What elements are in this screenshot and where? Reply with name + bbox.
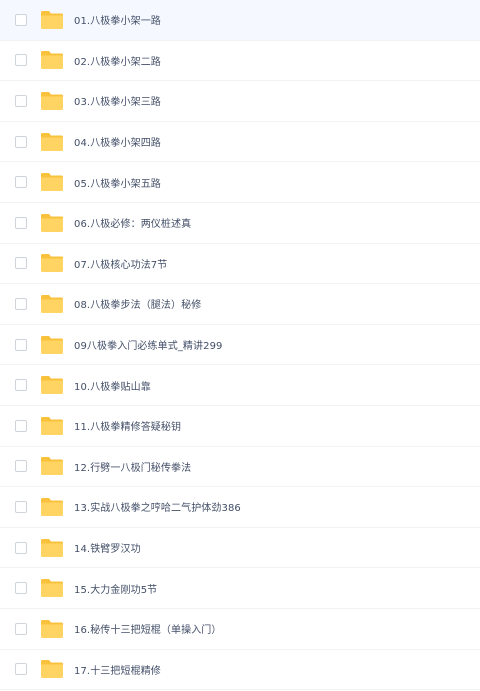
row-checkbox[interactable] <box>15 216 27 229</box>
file-row-09[interactable]: 09八极拳入门必练单式_精讲299 <box>0 325 480 366</box>
file-name[interactable]: 09八极拳入门必练单式_精讲299 <box>74 337 223 352</box>
file-name[interactable]: 01.八极拳小架一路 <box>74 12 161 27</box>
file-name[interactable]: 05.八极拳小架五路 <box>74 175 161 190</box>
row-checkbox[interactable] <box>15 338 27 351</box>
file-name[interactable]: 15.大力金刚功5节 <box>74 581 157 596</box>
file-name[interactable]: 03.八极拳小架三路 <box>74 93 161 108</box>
file-list: 01.八极拳小架一路 02.八极拳小架二路 03.八极拳小架三路 04.八极拳小… <box>0 0 480 691</box>
folder-icon <box>40 253 64 273</box>
folder-icon <box>40 375 64 395</box>
folder-icon <box>40 578 64 598</box>
row-checkbox[interactable] <box>15 94 27 107</box>
row-checkbox[interactable] <box>15 500 27 513</box>
file-name[interactable]: 06.八极必修：两仪桩述真 <box>74 215 191 230</box>
row-checkbox[interactable] <box>15 297 27 310</box>
file-row-12[interactable]: 12.行劈一八极门秘传拳法 <box>0 447 480 488</box>
file-name[interactable]: 02.八极拳小架二路 <box>74 53 161 68</box>
folder-icon <box>40 335 64 355</box>
folder-icon <box>40 213 64 233</box>
file-name[interactable]: 17.十三把短棍精修 <box>74 662 161 677</box>
row-checkbox[interactable] <box>15 379 27 392</box>
file-row-01[interactable]: 01.八极拳小架一路 <box>0 0 480 41</box>
file-name[interactable]: 16.秘传十三把短棍（单操入门） <box>74 621 222 636</box>
folder-icon <box>40 50 64 70</box>
file-row-13[interactable]: 13.实战八极拳之哼哈二气护体劲386 <box>0 487 480 528</box>
file-name[interactable]: 10.八极拳贴山靠 <box>74 378 151 393</box>
file-row-02[interactable]: 02.八极拳小架二路 <box>0 41 480 82</box>
row-checkbox[interactable] <box>15 54 27 67</box>
file-name[interactable]: 07.八极核心功法7节 <box>74 256 167 271</box>
file-row-07[interactable]: 07.八极核心功法7节 <box>0 244 480 285</box>
file-name[interactable]: 12.行劈一八极门秘传拳法 <box>74 459 191 474</box>
folder-icon <box>40 91 64 111</box>
file-row-03[interactable]: 03.八极拳小架三路 <box>0 81 480 122</box>
row-checkbox[interactable] <box>15 582 27 595</box>
folder-icon <box>40 456 64 476</box>
file-name[interactable]: 08.八极拳步法（腿法）秘修 <box>74 296 201 311</box>
file-row-06[interactable]: 06.八极必修：两仪桩述真 <box>0 203 480 244</box>
file-row-08[interactable]: 08.八极拳步法（腿法）秘修 <box>0 284 480 325</box>
folder-icon <box>40 132 64 152</box>
row-checkbox[interactable] <box>15 541 27 554</box>
file-row-15[interactable]: 15.大力金刚功5节 <box>0 568 480 609</box>
folder-icon <box>40 619 64 639</box>
file-row-17[interactable]: 17.十三把短棍精修 <box>0 650 480 691</box>
folder-icon <box>40 172 64 192</box>
file-name[interactable]: 13.实战八极拳之哼哈二气护体劲386 <box>74 499 241 514</box>
file-row-11[interactable]: 11.八极拳精修答疑秘钥 <box>0 406 480 447</box>
folder-icon <box>40 538 64 558</box>
folder-icon <box>40 294 64 314</box>
row-checkbox[interactable] <box>15 176 27 189</box>
file-row-05[interactable]: 05.八极拳小架五路 <box>0 162 480 203</box>
row-checkbox[interactable] <box>15 135 27 148</box>
file-row-14[interactable]: 14.铁臂罗汉功 <box>0 528 480 569</box>
file-row-04[interactable]: 04.八极拳小架四路 <box>0 122 480 163</box>
file-row-10[interactable]: 10.八极拳贴山靠 <box>0 365 480 406</box>
row-checkbox[interactable] <box>15 663 27 676</box>
row-checkbox[interactable] <box>15 257 27 270</box>
folder-icon <box>40 659 64 679</box>
folder-icon <box>40 416 64 436</box>
file-name[interactable]: 14.铁臂罗汉功 <box>74 540 141 555</box>
folder-icon <box>40 10 64 30</box>
file-row-16[interactable]: 16.秘传十三把短棍（单操入门） <box>0 609 480 650</box>
row-checkbox[interactable] <box>15 13 27 26</box>
file-name[interactable]: 11.八极拳精修答疑秘钥 <box>74 418 181 433</box>
folder-icon <box>40 497 64 517</box>
row-checkbox[interactable] <box>15 622 27 635</box>
row-checkbox[interactable] <box>15 460 27 473</box>
row-checkbox[interactable] <box>15 419 27 432</box>
file-name[interactable]: 04.八极拳小架四路 <box>74 134 161 149</box>
